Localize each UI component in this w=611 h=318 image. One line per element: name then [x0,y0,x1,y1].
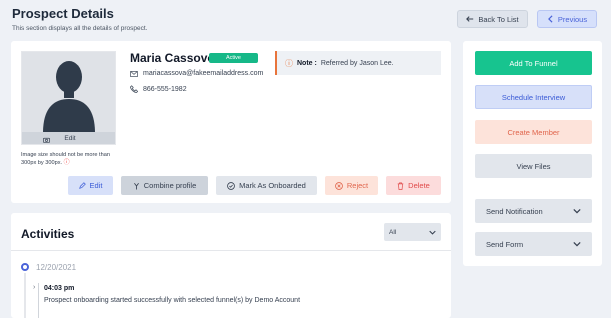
send-form-label: Send Form [486,239,524,249]
email-row: mariacassova@fakeemailaddress.com [130,70,263,77]
combine-profile-label: Combine profile [143,181,197,190]
page-title: Prospect Details [12,6,114,21]
edit-label: Edit [89,181,103,190]
previous-button[interactable]: Previous [537,10,597,28]
note-text: Referred by Jason Lee. [320,59,394,67]
create-member-button[interactable]: Create Member [475,120,592,144]
back-to-list-button[interactable]: Back To List [457,10,528,28]
profile-card: Edit Image size should not be more than … [11,41,451,203]
merge-icon [133,182,140,190]
send-form-dropdown[interactable]: Send Form [475,232,592,256]
photo-edit-button[interactable]: Edit [22,132,115,144]
note-label: Note : [297,59,317,67]
activity-entry-text: Prospect onboarding started successfully… [44,297,301,304]
send-notification-label: Send Notification [486,206,543,216]
info-icon: ⓘ [63,160,70,166]
email-text: mariacassova@fakeemailaddress.com [143,70,264,77]
send-notification-dropdown[interactable]: Send Notification [475,199,592,223]
trash-icon [397,182,404,190]
side-actions-card: Add To Funnel Schedule Interview Create … [463,41,602,266]
avatar-placeholder-icon [43,61,95,133]
chevron-left-icon [547,15,554,23]
chevron-down-icon [573,241,581,247]
delete-button[interactable]: Delete [386,176,441,195]
phone-text: 866-555-1982 [143,85,187,93]
back-to-list-label: Back To List [478,14,519,24]
activities-card: Activities All 12/20/2021 › 04:03 pm Pro… [11,213,451,318]
mail-icon [130,70,138,77]
add-to-funnel-button[interactable]: Add To Funnel [475,51,592,75]
close-circle-icon [335,181,343,190]
timeline-dot-icon [21,263,29,271]
chevron-right-icon[interactable]: › [33,284,35,291]
divider [11,250,451,251]
delete-label: Delete [408,181,430,190]
chevron-down-icon [429,230,436,235]
prospect-name: Maria Cassovo [130,51,215,65]
phone-row: 866-555-1982 [130,85,187,93]
view-files-button[interactable]: View Files [475,154,592,178]
previous-label: Previous [557,14,588,24]
info-icon: ⓘ [285,58,293,68]
activity-filter-select[interactable]: All [384,223,441,241]
timeline-line [24,273,26,318]
photo-edit-label: Edit [64,134,76,142]
mark-onboarded-button[interactable]: Mark As Onboarded [216,176,317,195]
reject-button[interactable]: Reject [325,176,378,195]
activities-title: Activities [21,227,75,241]
photo-size-note: Image size should not be more than 300px… [21,152,110,166]
reject-label: Reject [346,181,369,190]
note-box: ⓘ Note : Referred by Jason Lee. [275,51,441,75]
pencil-icon [78,182,86,189]
activity-entry-time: 04:03 pm [44,285,75,292]
check-circle-icon [227,181,235,190]
page-subtitle: This section displays all the details of… [12,25,148,32]
activity-filter-value: All [389,228,397,236]
status-badge: Active [209,53,258,63]
schedule-interview-button[interactable]: Schedule Interview [475,85,592,109]
arrow-left-icon [466,15,474,23]
entry-line [38,283,39,318]
activity-date: 12/20/2021 [36,263,77,272]
profile-photo[interactable]: Edit [21,51,116,145]
mark-onboarded-label: Mark As Onboarded [239,181,306,190]
edit-button[interactable]: Edit [68,176,113,195]
combine-profile-button[interactable]: Combine profile [121,176,208,195]
chevron-down-icon [573,208,581,214]
phone-icon [130,85,138,93]
